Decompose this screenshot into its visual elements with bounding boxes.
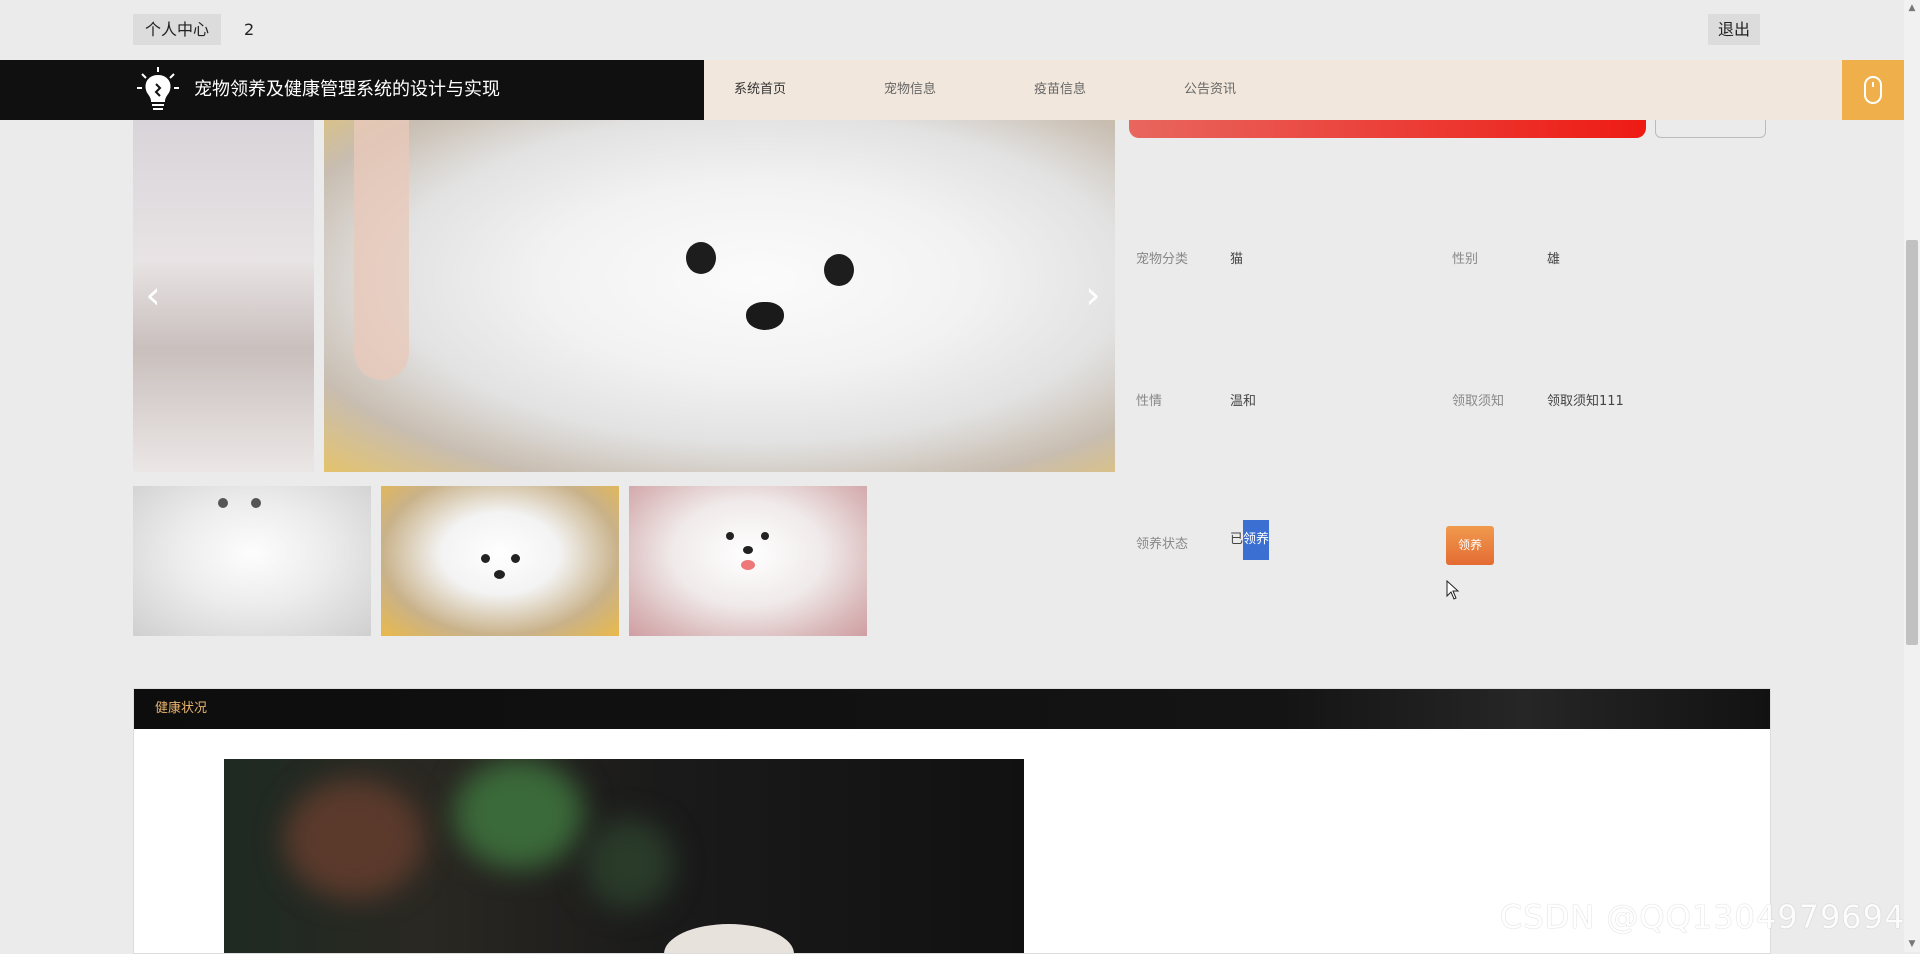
image-carousel: ‹ › — [133, 120, 1115, 472]
brand: 宠物领养及健康管理系统的设计与实现 — [0, 60, 704, 120]
nav-item-pet-info[interactable]: 宠物信息 — [884, 60, 936, 120]
category-value: 猫 — [1230, 252, 1244, 267]
notice-value: 领取须知111 — [1547, 394, 1624, 409]
bokeh-blob — [454, 759, 584, 869]
main-nav: 宠物领养及健康管理系统的设计与实现 系统首页 宠物信息 疫苗信息 公告资讯 — [0, 60, 1904, 120]
thumb-dog-nose — [494, 570, 505, 579]
status-selected-text: 领养 — [1243, 520, 1270, 560]
dog-nose — [746, 302, 784, 330]
category-label: 宠物分类 — [1136, 252, 1189, 267]
thumbnail-3[interactable] — [629, 486, 867, 636]
carousel-main-slide — [324, 120, 1115, 472]
dog-eye-left — [686, 242, 716, 274]
mouse-icon — [1864, 76, 1882, 104]
nav-item-vaccine-info[interactable]: 疫苗信息 — [1034, 60, 1086, 120]
notice-label: 领取须知 — [1452, 394, 1505, 409]
nav-menu: 系统首页 宠物信息 疫苗信息 公告资讯 — [704, 60, 1842, 120]
thumb-cat-eye — [218, 498, 228, 508]
mouse-cursor-icon — [1446, 580, 1460, 600]
finger-shape — [354, 120, 409, 380]
username: 2 — [244, 20, 255, 39]
cat-head — [664, 924, 794, 953]
bokeh-blob — [284, 779, 424, 899]
thumb-dog-nose — [743, 546, 753, 554]
adopt-button[interactable]: 领养 — [1446, 526, 1494, 565]
status-prefix: 已 — [1230, 532, 1244, 547]
carousel-prev-icon[interactable]: ‹ — [138, 270, 168, 320]
temper-value: 温和 — [1230, 394, 1257, 409]
gender-value: 雄 — [1547, 252, 1561, 267]
user-bar: 个人中心 2 退出 — [0, 0, 1904, 60]
bokeh-blob — [584, 819, 674, 909]
scroll-thumb[interactable] — [1906, 240, 1918, 645]
dog-eye-right — [824, 254, 854, 286]
thumb-dog-eye — [726, 532, 734, 540]
gender-label: 性别 — [1452, 252, 1479, 267]
thumbnail-1[interactable] — [133, 486, 371, 636]
outline-action-button[interactable] — [1655, 120, 1766, 138]
health-header: 健康状况 — [134, 689, 1770, 729]
status-value: 已领养 — [1230, 520, 1270, 560]
carousel-next-icon[interactable]: › — [1078, 270, 1108, 320]
nav-item-home[interactable]: 系统首页 — [734, 60, 786, 120]
thumb-dog-eye — [761, 532, 769, 540]
site-title: 宠物领养及健康管理系统的设计与实现 — [194, 79, 500, 100]
thumb-dog-tongue — [741, 560, 755, 570]
user-center-button[interactable]: 个人中心 — [133, 14, 222, 45]
thumb-cat-eye — [251, 498, 261, 508]
red-action-button[interactable] — [1129, 120, 1646, 138]
logout-button[interactable]: 退出 — [1708, 14, 1761, 45]
lightbulb-logo-icon — [137, 67, 179, 110]
thumb-dog-eye — [511, 554, 520, 563]
temper-label: 性情 — [1136, 394, 1163, 409]
nav-item-announcements[interactable]: 公告资讯 — [1184, 60, 1236, 120]
health-title: 健康状况 — [155, 701, 208, 716]
status-label: 领养状态 — [1136, 537, 1189, 552]
thumbnail-2[interactable] — [381, 486, 619, 636]
mouse-button[interactable] — [1842, 60, 1904, 120]
scroll-down-icon[interactable]: ▼ — [1904, 936, 1920, 952]
thumb-dog-eye — [481, 554, 490, 563]
scroll-up-icon[interactable]: ▲ — [1904, 0, 1920, 16]
health-image — [224, 759, 1024, 953]
watermark: CSDN @QQ1304979694 — [1500, 898, 1906, 936]
scrollbar[interactable]: ▲ ▼ — [1904, 0, 1920, 952]
